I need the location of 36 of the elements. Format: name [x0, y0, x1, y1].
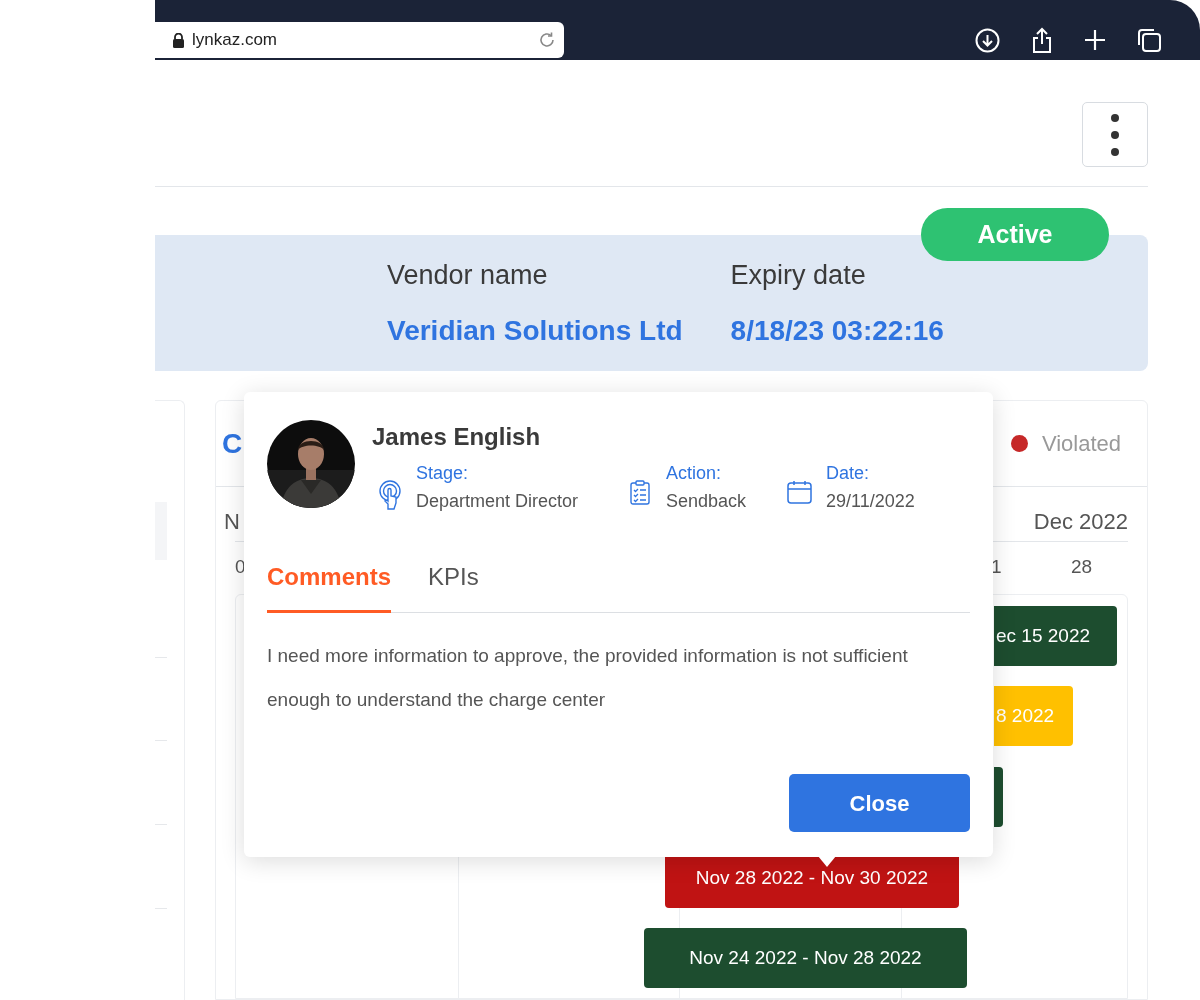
field-value: Veridian Solutions Ltd — [387, 314, 683, 348]
meta-label: Action: — [666, 462, 723, 485]
status-badge: Active — [921, 208, 1109, 261]
meta-value: 29/11/2022 — [826, 490, 915, 513]
download-icon[interactable] — [975, 27, 1000, 53]
meta-value: Sendback — [666, 490, 747, 513]
timeline-bar: 8 2022 — [994, 686, 1073, 746]
field-value: 8/18/23 03:22:16 — [730, 314, 944, 348]
day-label: 1 — [991, 555, 1002, 579]
tabs-icon[interactable] — [1137, 27, 1162, 53]
field-label: Expiry date — [730, 259, 867, 292]
plus-icon[interactable] — [1084, 29, 1106, 51]
calendar-icon — [787, 480, 812, 504]
tab[interactable]: KPIs — [428, 556, 479, 613]
share-icon[interactable] — [1031, 26, 1053, 54]
field-label: Vendor name — [387, 259, 549, 292]
timeline-title: C — [222, 426, 243, 461]
person-name: James English — [372, 422, 542, 452]
meta-label: Stage: — [416, 462, 470, 485]
checklist-icon — [629, 480, 650, 505]
lock-icon — [173, 32, 184, 48]
day-label: 28 — [1071, 555, 1093, 579]
timeline-bar: Nov 24 2022 - Nov 28 2022 — [644, 928, 967, 988]
comment-text: I need more information to approve, the provided information is not sufficient enough to understand the charge center — [267, 644, 909, 712]
url-text: lynkaz.com — [192, 29, 278, 52]
meta-value: Department Director — [416, 490, 579, 513]
month-label: N — [224, 508, 240, 536]
timeline-bar: ec 15 2022 — [994, 606, 1117, 666]
meta-label: Date: — [826, 462, 871, 485]
close-button[interactable]: Close — [789, 774, 970, 832]
touch-icon — [378, 480, 401, 510]
reload-icon[interactable] — [538, 31, 556, 49]
more-button[interactable] — [1082, 102, 1148, 167]
address-field[interactable]: lynkaz.com — [155, 22, 564, 58]
month-label: Dec 2022 — [1033, 508, 1128, 536]
legend-label: Violated — [1041, 430, 1121, 458]
